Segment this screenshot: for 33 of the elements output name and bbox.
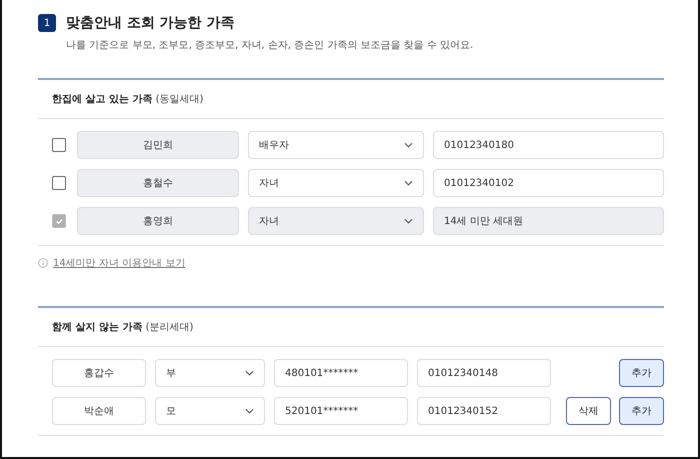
phone-field[interactable]: 01012340102: [433, 169, 664, 197]
checkbox[interactable]: [52, 138, 66, 152]
relation-select[interactable]: 배우자: [248, 131, 424, 159]
name-field: 홍영희: [77, 207, 239, 235]
group-title: 한집에 살고 있는 가족 (동일세대): [38, 80, 664, 119]
chevron-down-icon: [245, 370, 254, 376]
section-title: 맞춤안내 조회 가능한 가족: [66, 14, 235, 32]
id-number-field[interactable]: 520101*******: [274, 397, 408, 425]
chevron-down-icon: [404, 180, 413, 186]
name-field: 홍철수: [77, 169, 239, 197]
name-field: 김민희: [77, 131, 239, 159]
checkbox[interactable]: [52, 176, 66, 190]
section-description: 나를 기준으로 부모, 조부모, 증조부모, 자녀, 손자, 증손인 가족의 보조금을 찾을 수 있어요.: [66, 39, 474, 52]
info-icon: [38, 258, 48, 268]
relation-select[interactable]: 부: [155, 359, 265, 387]
delete-button[interactable]: 삭제: [566, 397, 611, 425]
relation-select[interactable]: 모: [155, 397, 265, 425]
chevron-down-icon: [404, 218, 413, 224]
phone-field[interactable]: 01012340148: [417, 359, 551, 387]
relation-select[interactable]: 자녀: [248, 169, 424, 197]
phone-field[interactable]: 01012340180: [433, 131, 664, 159]
name-field[interactable]: 박순애: [52, 397, 146, 425]
add-button[interactable]: 추가: [619, 397, 664, 425]
info-link[interactable]: 14세미만 자녀 이용안내 보기: [53, 256, 186, 270]
name-field[interactable]: 홍갑수: [52, 359, 146, 387]
phone-field[interactable]: 01012340152: [417, 397, 551, 425]
chevron-down-icon: [245, 408, 254, 414]
id-number-field[interactable]: 480101*******: [274, 359, 408, 387]
check-icon: [54, 216, 64, 226]
step-number-badge: 1: [38, 14, 56, 32]
group-title: 함께 살지 않는 가족 (분리세대): [38, 308, 664, 347]
chevron-down-icon: [404, 142, 413, 148]
add-button[interactable]: 추가: [619, 359, 664, 387]
